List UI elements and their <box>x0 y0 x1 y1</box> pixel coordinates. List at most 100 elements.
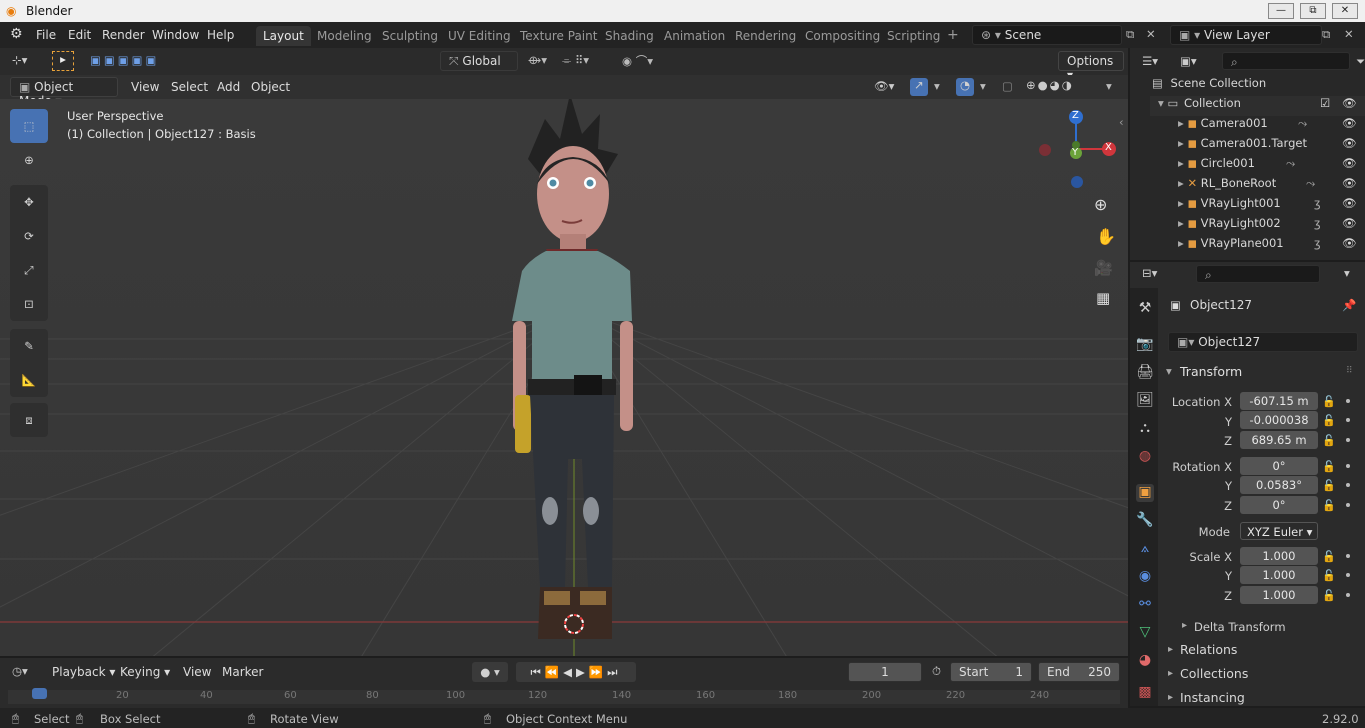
proportional-edit-icon[interactable]: ◉ ⌒▾ <box>622 53 653 69</box>
timeline-view-menu[interactable]: View <box>183 665 211 679</box>
object-name-field[interactable]: ▣▾ Object127 <box>1168 332 1358 352</box>
eye-icon[interactable]: 👁 <box>1342 176 1357 190</box>
keyframe-dot[interactable] <box>1346 418 1350 422</box>
scale-z-field[interactable]: 1.000 <box>1240 586 1318 604</box>
timeline-ruler[interactable]: 20 40 60 80 100 120 140 160 180 200 220 … <box>8 688 1120 704</box>
viewport-menu-select[interactable]: Select <box>171 80 208 94</box>
tool-move[interactable]: ✥ <box>10 185 48 219</box>
new-view-layer-icon[interactable]: ⧉ <box>1322 27 1330 42</box>
keyframe-dot[interactable] <box>1346 464 1350 468</box>
tool-annotate[interactable]: ✎ <box>10 329 48 363</box>
keyframe-dot[interactable] <box>1346 399 1350 403</box>
tab-layout[interactable]: Layout <box>256 26 311 46</box>
overlays-dropdown-icon[interactable]: ▾ <box>980 79 986 93</box>
mode-dropdown[interactable]: ▣ Object Mode ▾ <box>10 77 118 108</box>
eye-icon[interactable]: 👁 <box>1342 196 1357 210</box>
location-y-field[interactable]: -0.000038 <box>1240 411 1318 429</box>
tool-select-box[interactable]: ⬚ <box>10 109 48 143</box>
tab-animation[interactable]: Animation <box>657 26 732 46</box>
location-z-field[interactable]: 689.65 m <box>1240 431 1318 449</box>
blender-menu-icon[interactable]: ⚙ <box>10 26 23 42</box>
options-dropdown[interactable]: Options ▾ <box>1058 51 1124 82</box>
minimize-button[interactable]: — <box>1268 3 1294 19</box>
expand-icon[interactable]: ▸ <box>1168 692 1173 703</box>
timeline-marker-menu[interactable]: Marker <box>222 665 263 679</box>
viewport-menu-object[interactable]: Object <box>251 80 290 94</box>
snap-icon[interactable]: ⌯ ⠿▾ <box>562 53 589 68</box>
lock-icon[interactable]: 🔓 <box>1322 479 1336 492</box>
tab-uv-editing[interactable]: UV Editing <box>441 26 518 46</box>
outliner-item[interactable]: ▸ ◼ Camera001.Target 👁 <box>1150 136 1365 156</box>
instancing-section[interactable]: Instancing <box>1180 690 1245 705</box>
playback-controls[interactable]: ⏮⏪◀▶⏩⏭ <box>516 662 636 682</box>
viewport-menu-add[interactable]: Add <box>217 80 240 94</box>
tool-transform[interactable]: ⊡ <box>10 287 48 321</box>
material-tab-icon[interactable]: ◕ <box>1136 652 1154 670</box>
lock-icon[interactable]: 🔓 <box>1322 569 1336 582</box>
texture-tab-icon[interactable]: ▩ <box>1136 684 1154 702</box>
outliner-item[interactable]: ▸ ◼ VRayLight002 ʒ 👁 <box>1150 216 1365 236</box>
tab-rendering[interactable]: Rendering <box>728 26 803 46</box>
keyframe-dot[interactable] <box>1346 593 1350 597</box>
start-frame-field[interactable]: Start 1 <box>950 662 1032 682</box>
menu-help[interactable]: Help <box>207 28 234 42</box>
properties-options-icon[interactable]: ▾ <box>1344 266 1350 280</box>
eye-icon[interactable]: 👁 <box>1342 156 1357 170</box>
transform-orientation-dropdown[interactable]: ⤧ Global <box>440 51 518 71</box>
relations-section[interactable]: Relations <box>1180 642 1237 657</box>
output-tab-icon[interactable]: 🖨 <box>1136 364 1154 382</box>
eye-icon[interactable]: 👁 <box>1342 216 1357 230</box>
view-layer-selector[interactable]: ▣ ▾ View Layer <box>1170 25 1322 45</box>
gizmo-toggle-icon[interactable]: ↗ <box>910 78 928 96</box>
collections-section[interactable]: Collections <box>1180 666 1248 681</box>
location-x-field[interactable]: -607.15 m <box>1240 392 1318 410</box>
properties-search-input[interactable]: ⌕ <box>1196 265 1320 283</box>
playhead-marker[interactable] <box>32 688 48 699</box>
expand-icon[interactable]: ▸ <box>1182 620 1187 631</box>
auto-key-button[interactable]: ● ▾ <box>472 662 508 682</box>
delete-scene-icon[interactable]: ✕ <box>1146 27 1156 41</box>
lock-icon[interactable]: 🔓 <box>1322 414 1336 427</box>
keyframe-dot[interactable] <box>1346 573 1350 577</box>
add-workspace-button[interactable]: + <box>940 24 966 44</box>
eye-icon[interactable]: 👁 <box>1342 96 1357 110</box>
lock-icon[interactable]: 🔓 <box>1322 550 1336 563</box>
render-tab-icon[interactable]: 📷 <box>1136 336 1154 354</box>
new-scene-icon[interactable]: ⧉ <box>1126 27 1134 42</box>
outliner-item[interactable]: ▸ ◼ VRayPlane001 ʒ 👁 <box>1150 236 1365 256</box>
keyframe-dot[interactable] <box>1346 438 1350 442</box>
eye-icon[interactable]: 👁 <box>1342 136 1357 150</box>
menu-edit[interactable]: Edit <box>68 28 91 42</box>
eye-icon[interactable]: 👁 <box>1342 116 1357 130</box>
rotation-z-field[interactable]: 0° <box>1240 496 1318 514</box>
collection-checkbox[interactable]: ☑ <box>1320 96 1330 110</box>
tool-scale[interactable]: ⤢ <box>10 253 48 287</box>
collection-row[interactable]: ▾ ▭ Collection ☑ 👁 <box>1150 96 1365 116</box>
zoom-icon[interactable]: ⊕ <box>1094 195 1107 214</box>
menu-file[interactable]: File <box>36 28 56 42</box>
tool-measure[interactable]: 📐 <box>10 363 48 397</box>
viewport-menu-view[interactable]: View <box>131 80 159 94</box>
outliner-item[interactable]: ▸ ◼ Circle001 ⤳ 👁 <box>1150 156 1365 176</box>
shading-dropdown-icon[interactable]: ▾ <box>1106 79 1112 93</box>
selection-mode-icons[interactable]: ▣▣▣▣▣ <box>90 53 159 67</box>
navigation-gizmo[interactable]: Z X Y <box>1038 109 1118 189</box>
lock-icon[interactable]: 🔓 <box>1322 395 1336 408</box>
lock-icon[interactable]: 🔓 <box>1322 589 1336 602</box>
editor-type-icon[interactable]: ⊹▾ <box>12 53 27 67</box>
clock-icon[interactable]: ⏱ <box>932 664 941 679</box>
pivot-icon[interactable]: ⟴▾ <box>528 53 547 67</box>
rotation-y-field[interactable]: 0.0583° <box>1240 476 1318 494</box>
lock-icon[interactable]: 🔓 <box>1322 499 1336 512</box>
maximize-button[interactable]: ⧉ <box>1300 3 1326 19</box>
lock-icon[interactable]: 🔓 <box>1322 434 1336 447</box>
scene-collection-row[interactable]: ▤ Scene Collection <box>1150 76 1365 96</box>
transform-section-title[interactable]: Transform <box>1180 364 1242 379</box>
tool-add-cube[interactable]: ⧈ <box>10 403 48 437</box>
data-tab-icon[interactable]: ▽ <box>1136 624 1154 642</box>
outliner-item[interactable]: ▸ ◼ VRayLight001 ʒ 👁 <box>1150 196 1365 216</box>
tool-rotate[interactable]: ⟳ <box>10 219 48 253</box>
delta-transform-section[interactable]: Delta Transform <box>1194 620 1286 634</box>
3d-viewport[interactable]: User Perspective (1) Collection | Object… <box>0 99 1128 656</box>
eye-icon[interactable]: 👁 <box>1342 236 1357 250</box>
